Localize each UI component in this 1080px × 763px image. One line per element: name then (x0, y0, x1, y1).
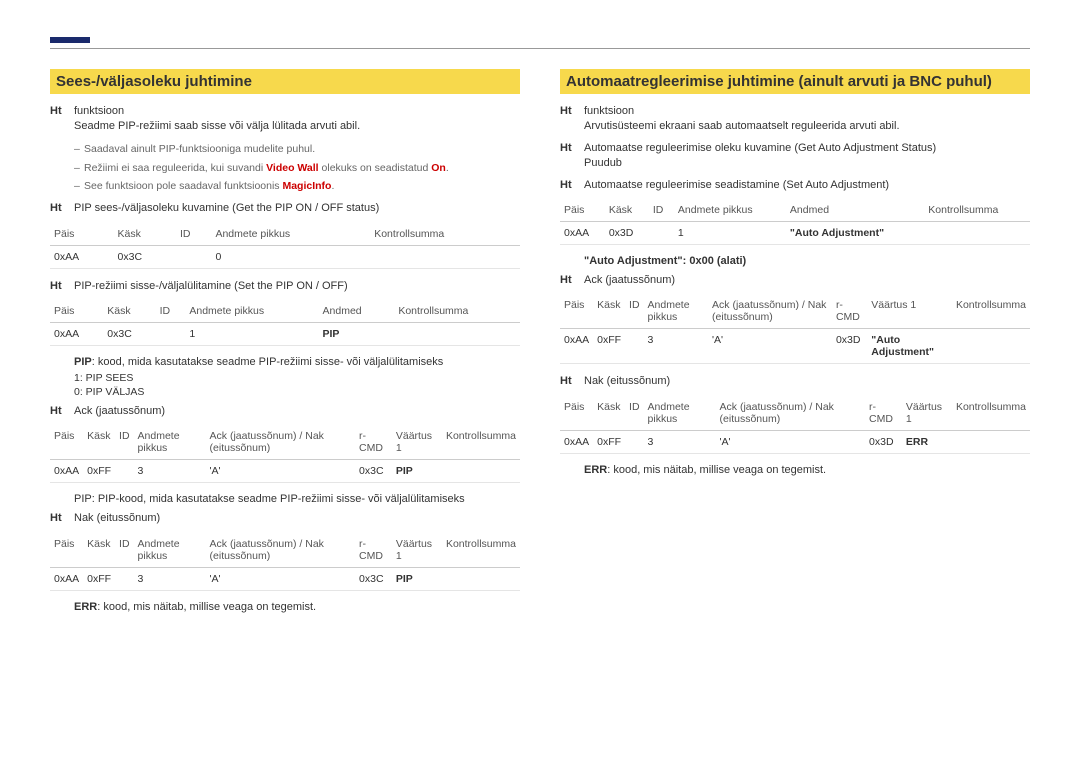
r-nak-table: Päis Käsk ID Andmete pikkus Ack (jaatuss… (560, 396, 1030, 454)
left-heading: Sees-/väljasoleku juhtimine (50, 69, 520, 94)
err-desc-right: ERR: kood, mis näitab, millise veaga on … (560, 464, 1030, 476)
magicinfo-text: MagicInfo (282, 180, 331, 192)
note-1: Saadaval ainult PIP-funktsiooniga mudeli… (74, 141, 520, 158)
r-ack-title: Ack (jaatussõnum) (584, 273, 1030, 288)
set-table: Päis Käsk ID Andmete pikkus Andmed Kontr… (50, 300, 520, 346)
r-set-table: Päis Käsk ID Andmete pikkus Andmed Kontr… (560, 199, 1030, 245)
r-func-title: funktsioon (584, 105, 634, 117)
func-title: funktsioon (74, 105, 124, 117)
pip-desc: PIP: PIP: kood, mida kasutatakse seadme … (50, 356, 520, 368)
pip-valjas: 0: PIP VÄLJAS (50, 386, 520, 398)
r-set-title: Automaatse reguleerimise seadistamine (S… (584, 178, 1030, 193)
r-get-title: Automaatse reguleerimise oleku kuvamine … (584, 142, 936, 154)
r-get-block: Automaatse reguleerimise oleku kuvamine … (584, 141, 1030, 172)
notes-block: Saadaval ainult PIP-funktsiooniga mudeli… (50, 141, 520, 195)
get-title: PIP sees-/väljasoleku kuvamine (Get the … (74, 201, 520, 216)
r-label-get: Ht (560, 141, 584, 172)
ack-title: Ack (jaatussõnum) (74, 404, 520, 419)
r-func-block: funktsioon Arvutisüsteemi ekraani saab a… (584, 104, 1030, 135)
set-title: PIP-režiimi sisse-/väljalülitamine (Set … (74, 279, 520, 294)
func-desc: Seadme PIP-režiimi saab sisse või välja … (74, 120, 360, 132)
video-wall-text: Video Wall (266, 162, 319, 174)
r-label-func: Ht (560, 104, 584, 135)
right-column: Automaatregleerimise juhtimine (ainult a… (560, 69, 1030, 617)
left-column: Sees-/väljasoleku juhtimine Ht funktsioo… (50, 69, 520, 617)
label-nak: Ht (50, 511, 74, 526)
label-func: Ht (50, 104, 74, 135)
r-nak-title: Nak (eitussõnum) (584, 374, 1030, 389)
nak-title: Nak (eitussõnum) (74, 511, 520, 526)
label-get: Ht (50, 201, 74, 216)
r-label-nak: Ht (560, 374, 584, 389)
content-columns: Sees-/väljasoleku juhtimine Ht funktsioo… (50, 69, 1030, 617)
func-block: funktsioon Seadme PIP-režiimi saab sisse… (74, 104, 520, 135)
r-get-none: Puudub (584, 157, 622, 169)
nak-table: Päis Käsk ID Andmete pikkus Ack (jaatuss… (50, 533, 520, 591)
label-ack: Ht (50, 404, 74, 419)
right-heading: Automaatregleerimise juhtimine (ainult a… (560, 69, 1030, 94)
note-2: Režiimi ei saa reguleerida, kui suvandi … (74, 160, 520, 177)
pip-sees: 1: PIP SEES (50, 372, 520, 384)
auto-adj-note: "Auto Adjustment": 0x00 (alati) (560, 255, 1030, 267)
get-table: Päis Käsk ID Andmete pikkus Kontrollsumm… (50, 223, 520, 269)
r-ack-table: Päis Käsk ID Andmete pikkus Ack (jaatuss… (560, 294, 1030, 364)
r-func-desc: Arvutisüsteemi ekraani saab automaatselt… (584, 120, 900, 132)
label-set: Ht (50, 279, 74, 294)
err-desc-left: ERR: kood, mis näitab, millise veaga on … (50, 601, 520, 613)
r-label-set: Ht (560, 178, 584, 193)
on-text: On (431, 162, 446, 174)
top-separator (50, 40, 1030, 49)
note-3: See funktsioon pole saadaval funktsiooni… (74, 178, 520, 195)
pip-desc2: PIP: PIP-kood, mida kasutatakse seadme P… (50, 493, 520, 505)
r-label-ack: Ht (560, 273, 584, 288)
ack-table: Päis Käsk ID Andmete pikkus Ack (jaatuss… (50, 425, 520, 483)
